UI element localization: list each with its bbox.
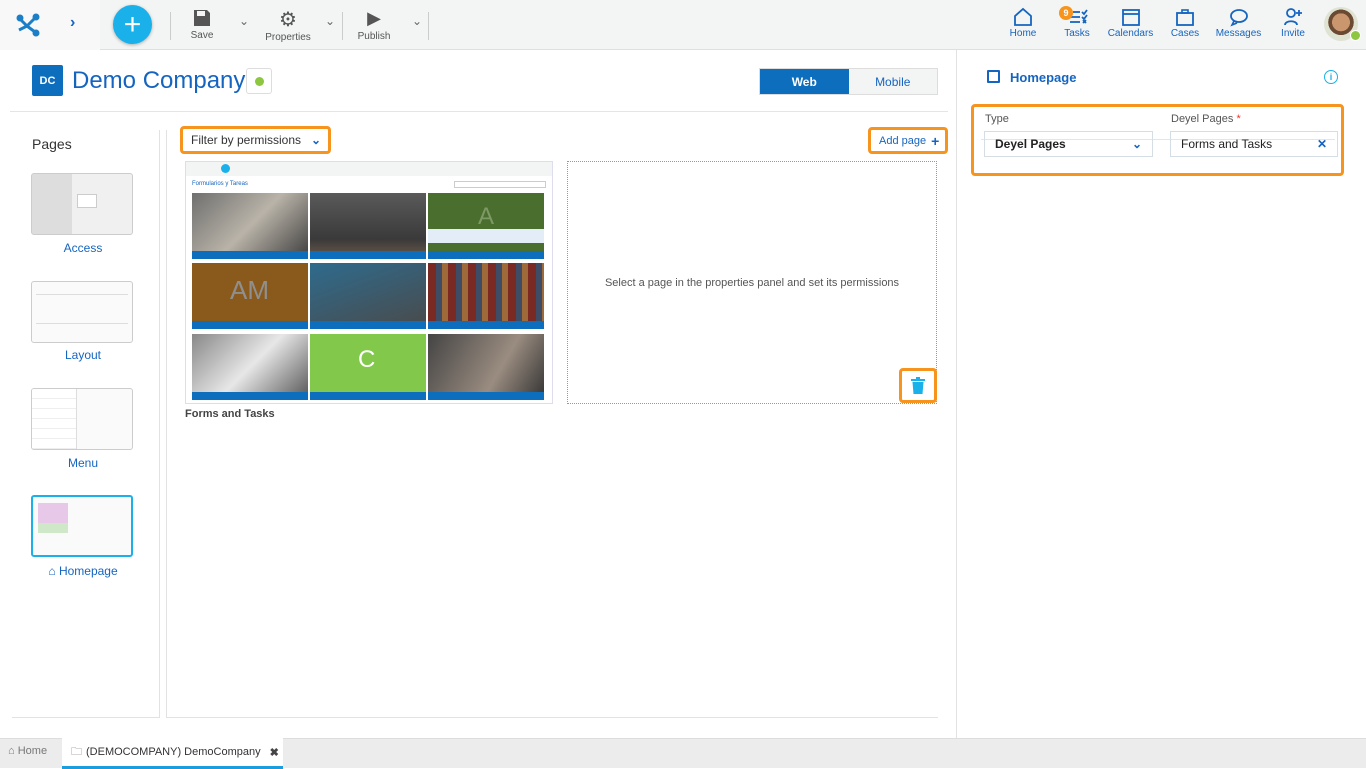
calendar-icon xyxy=(1121,9,1140,26)
nav-tasks[interactable]: Tasks 9 xyxy=(1059,6,1092,39)
page-label-menu[interactable]: Menu xyxy=(12,456,154,470)
delete-page-button[interactable] xyxy=(899,368,937,403)
page-thumb-layout[interactable] xyxy=(31,281,133,343)
page-thumb-homepage[interactable] xyxy=(31,495,133,557)
clear-icon[interactable]: ✕ xyxy=(1317,137,1327,151)
tab-web[interactable]: Web xyxy=(760,69,849,94)
top-toolbar: › + Save ⌄ ⚙ Properties ⌄ ▶ Publish ⌄ Home… xyxy=(0,0,1366,50)
page-thumb-access[interactable] xyxy=(31,173,133,235)
save-button[interactable]: Save xyxy=(186,0,218,50)
add-page-button[interactable]: Add page + xyxy=(868,127,948,154)
save-icon xyxy=(194,10,210,26)
nav-invite[interactable]: Invite xyxy=(1278,6,1308,39)
publish-dropdown-chevron-icon[interactable]: ⌄ xyxy=(412,14,422,28)
chevron-down-icon: ⌄ xyxy=(1131,137,1142,151)
bottom-tabbar: ⌂ Home 🗀 (DEMOCOMPANY) DemoCompany ✖ xyxy=(0,738,1366,769)
plus-icon: + xyxy=(931,132,940,149)
tab-home[interactable]: ⌂ Home xyxy=(8,745,47,757)
preview-caption: Forms and Tasks xyxy=(185,408,275,420)
filter-permissions-dropdown[interactable]: Filter by permissions ⌄ xyxy=(180,126,331,154)
type-select[interactable]: Deyel Pages ⌄ xyxy=(984,131,1153,157)
pages-heading: Pages xyxy=(32,136,72,152)
type-label: Type xyxy=(985,113,1009,125)
home-icon: ⌂ xyxy=(8,745,15,757)
expand-chevron-icon[interactable]: › xyxy=(70,14,75,32)
nav-home[interactable]: Home xyxy=(1008,6,1038,39)
deyel-pages-label: Deyel Pages * xyxy=(1171,113,1241,125)
play-icon: ▶ xyxy=(367,8,381,28)
publish-button[interactable]: ▶ Publish xyxy=(356,0,392,50)
create-button[interactable]: + xyxy=(113,5,152,44)
properties-panel: Homepage i Type Deyel Pages ⌄ Deyel Pages… xyxy=(956,50,1366,738)
pages-list: Pages Access Layout Menu ⌂ Homepage xyxy=(12,130,160,718)
page-title: Demo Company xyxy=(72,67,246,94)
properties-dropdown-chevron-icon[interactable]: ⌄ xyxy=(325,14,335,28)
home-icon: ⌂ xyxy=(48,564,56,578)
deyel-pages-input[interactable]: Forms and Tasks ✕ xyxy=(1170,131,1338,157)
properties-title: Homepage xyxy=(1010,70,1077,85)
nav-messages[interactable]: Messages xyxy=(1215,6,1262,39)
status-dot xyxy=(254,76,264,86)
save-dropdown-chevron-icon[interactable]: ⌄ xyxy=(239,14,249,28)
page-thumb-menu[interactable] xyxy=(31,388,133,450)
invite-user-icon xyxy=(1284,8,1302,26)
tasks-badge: 9 xyxy=(1059,6,1073,20)
app-initials-badge: DC xyxy=(32,65,63,96)
preview-title: Formularios y Tareas xyxy=(192,181,248,187)
folder-icon: 🗀 xyxy=(71,745,82,758)
status-button[interactable] xyxy=(246,68,272,94)
trash-icon xyxy=(911,377,925,394)
properties-button[interactable]: ⚙ Properties xyxy=(262,0,314,50)
logo-area: › xyxy=(0,0,100,50)
page-preview[interactable]: Formularios y Tareas A AM C xyxy=(185,161,553,404)
page-label-access[interactable]: Access xyxy=(12,241,154,255)
close-tab-icon[interactable]: ✖ xyxy=(270,746,279,759)
view-toggle: Web Mobile xyxy=(759,68,938,95)
deyel-logo-icon[interactable] xyxy=(14,10,42,38)
nav-calendars[interactable]: Calendars xyxy=(1108,6,1153,39)
tab-mobile[interactable]: Mobile xyxy=(848,69,937,94)
nav-cases[interactable]: Cases xyxy=(1170,6,1200,39)
homepage-checkbox[interactable] xyxy=(987,70,1000,83)
online-status-dot xyxy=(1350,30,1361,41)
message-icon xyxy=(1229,9,1248,27)
briefcase-icon xyxy=(1176,9,1194,26)
page-label-homepage[interactable]: ⌂ Homepage xyxy=(12,564,154,578)
empty-page-slot[interactable]: Select a page in the properties panel an… xyxy=(567,161,937,404)
page-label-layout[interactable]: Layout xyxy=(12,348,154,362)
gear-icon: ⚙ xyxy=(279,9,297,31)
info-icon[interactable]: i xyxy=(1324,70,1338,84)
home-icon xyxy=(1014,7,1032,26)
chevron-down-icon: ⌄ xyxy=(311,133,322,147)
tab-democompany[interactable]: 🗀 (DEMOCOMPANY) DemoCompany ✖ xyxy=(62,738,283,769)
